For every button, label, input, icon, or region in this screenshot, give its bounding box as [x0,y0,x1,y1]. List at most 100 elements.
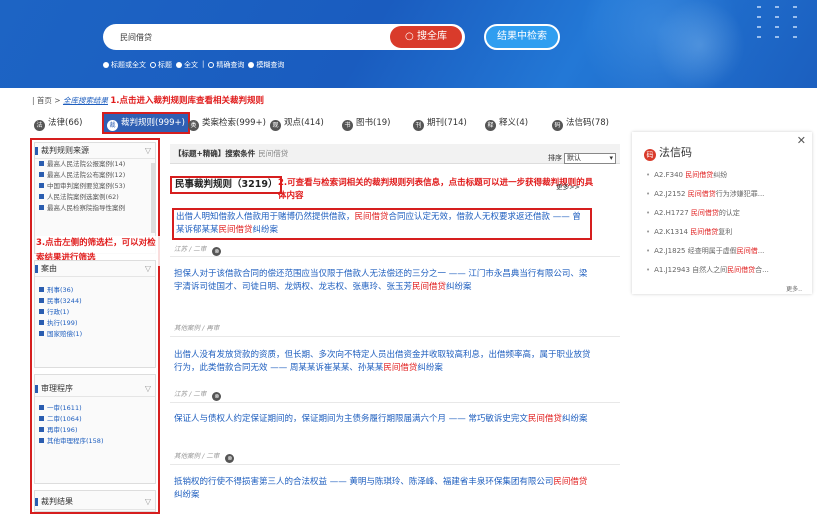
tab-books[interactable]: 书图书(19) [342,112,390,134]
option-label: 标题或全文 [111,61,146,69]
divider [170,336,620,337]
faxin-code: A2.J1825 经查明属于虚假 [654,247,737,255]
option-title[interactable]: 标题 [150,60,172,70]
filter-item[interactable]: 最高人民法院公布案例(12) [35,170,155,181]
code-icon: 码 [552,120,563,131]
sort-value: 默认 [567,153,581,162]
category-tabs: 法法律(66) 裁裁判规则(999+) 类类案检索(999+) 观观点(414)… [30,112,620,136]
filter-item[interactable]: 执行(199) [35,318,155,329]
breadcrumb-home[interactable]: 首页 [37,96,52,105]
faxin-code: A2.J2152 [654,190,686,198]
faxin-item[interactable]: A2.K1314 民间借贷复利 [646,227,732,237]
search-options: 标题或全文 标题 全文 | 精确查询 模糊查询 [103,60,284,70]
filter-item[interactable]: 再审(196) [35,425,155,436]
faxin-item[interactable]: A2.F340 民间借贷纠纷 [646,170,727,180]
option-title-or-full[interactable]: 标题或全文 [103,60,146,70]
chevron-icon[interactable]: ▽ [145,143,151,159]
filter-title: 审理程序 [41,384,73,393]
keyword-highlight: 民间借贷 [687,190,716,198]
views-icon: 观 [270,120,281,131]
sort-select[interactable]: 默认 ▾ [564,152,616,164]
faxin-text: 合... [755,266,769,274]
faxin-title-text: 法信码 [659,146,692,159]
option-fuzzy[interactable]: 模糊查询 [248,60,284,70]
tab-interpretation[interactable]: 释释义(4) [485,112,528,134]
faxin-item[interactable]: A2.J2152 民间借贷行为涉嫌犯罪... [646,189,764,199]
filter-item[interactable]: 中国审判案例要览案例(53) [35,181,155,192]
breadcrumb-sep: > [51,96,63,105]
book-icon: 书 [342,120,353,131]
interpretation-icon: 释 [485,120,496,131]
filter-item[interactable]: 刑事(36) [35,285,155,296]
chevron-icon[interactable]: ▽ [145,381,151,397]
filter-source-header[interactable]: 裁判规则来源 ▽ [35,143,155,159]
filter-item[interactable]: 国家赔偿(1) [35,329,155,340]
chevron-icon[interactable]: ▽ [145,261,151,277]
filter-case-header[interactable]: 案由 ▽ [35,261,155,277]
option-label: 模糊查询 [256,61,285,69]
search-query-text: 民间借贷 [120,33,152,42]
option-separator: | [202,60,205,68]
result-category-title[interactable]: 民事裁判规则（3219） [170,176,283,194]
filter-item[interactable]: 最高人民检察院指导性案例 [35,203,155,214]
option-exact[interactable]: 精确查询 [208,60,244,70]
breadcrumb-link[interactable]: 全库搜索结果 [63,96,108,105]
keyword-highlight: 民间借贷 [354,212,389,222]
tab-views[interactable]: 观观点(414) [270,112,324,134]
option-full[interactable]: 全文 [176,60,198,70]
refine-search-button[interactable]: 结果中检索 [484,24,560,50]
result-meta: 其他案例 / 再审 [174,322,219,332]
tab-rules[interactable]: 裁裁判规则(999+) [102,112,190,134]
tab-law[interactable]: 法法律(66) [34,112,82,134]
more-link[interactable]: 更多>> [556,181,580,191]
faxin-code: A2.K1314 [654,228,689,236]
radio-icon [103,62,109,68]
close-icon[interactable]: ✕ [797,134,806,147]
filter-result-header[interactable]: 裁判结果 ▽ [35,494,155,510]
faxin-more-link[interactable]: 更多.. [786,284,802,293]
option-label: 全文 [184,61,198,69]
result-text: 纠纷案 [252,225,279,235]
faxin-code-panel: ✕ 码法信码 A2.F340 民间借贷纠纷 A2.J2152 民间借贷行为涉嫌犯… [632,132,812,294]
result-text: 出借人明知借款人借款用于赌博仍然提供借款， [176,212,355,222]
faxin-text: 复利 [718,228,733,236]
tab-journals[interactable]: 刊期刊(714) [413,112,467,134]
tab-similar-cases[interactable]: 类类案检索(999+) [188,112,266,134]
filter-trial-header[interactable]: 审理程序 ▽ [35,381,155,397]
result-title-3[interactable]: 出借人没有发放贷款的资质，但长期、多次向不特定人员出借资金并收取较高利息，出借频… [174,349,594,375]
tab-faxin-code[interactable]: 码法信码(78) [552,112,609,134]
filter-item[interactable]: 最高人民法院公报案例(14) [35,159,155,170]
result-meta: 其他案例 / 二审 ⊗ [174,450,235,463]
rule-icon: ⊗ [212,392,222,401]
filter-item[interactable]: 民事(3244) [35,296,155,307]
result-title-1[interactable]: 出借人明知借款人借款用于赌博仍然提供借款，民间借贷合同应认定无效，借款人无权要求… [172,208,592,240]
filter-item[interactable]: 其他审理程序(158) [35,436,155,447]
result-title-5[interactable]: 抵销权的行使不得损害第三人的合法权益 —— 黄明与陈琪玲、陈泽峰、福建省丰泉环保… [174,476,594,502]
tab-label: 观点(414) [284,118,324,128]
scrollbar[interactable] [151,163,155,233]
chevron-icon[interactable]: ▽ [145,494,151,510]
radio-icon [248,62,255,68]
law-icon: 法 [34,120,45,131]
filter-item[interactable]: 二审(1064) [35,414,155,425]
filter-item[interactable]: 人民法院案例选案例(62) [35,192,155,203]
faxin-item[interactable]: A1.J12943 自然人之间民间借贷合... [646,265,769,275]
keyword-highlight: 民间借贷 [690,209,719,217]
result-title-2[interactable]: 担保人对于该借款合同的偿还范围应当仅限于借款人无法偿还的三分之一 —— 江门市永… [174,268,594,294]
rule-icon: ⊗ [212,247,222,256]
search-all-button[interactable]: ○ 搜全库 [390,26,462,48]
faxin-code: A1.J12943 自然人之间 [654,266,728,274]
filter-item[interactable]: 一审(1611) [35,403,155,414]
result-text: 纠纷案 [174,490,200,500]
faxin-code: A2.F340 [654,171,683,179]
result-text: 担保人对于该借款合同的偿还范围应当仅限于借款人无法偿还的三分之一 —— 江门市永… [174,269,588,292]
faxin-text: 纠纷 [713,171,728,179]
filter-item[interactable]: 行政(1) [35,307,155,318]
result-text: 纠纷案 [417,363,443,373]
faxin-item[interactable]: A2.H1727 民间借贷的认定 [646,208,740,218]
meta-text: 江苏 / 二审 [174,245,207,253]
result-title-4[interactable]: 保证人与债权人约定保证期间的，保证期间为主债务履行期限届满六个月 —— 常巧敏诉… [174,413,594,426]
faxin-item[interactable]: A2.J1825 经查明属于虚假民间借... [646,246,764,256]
cases-icon: 类 [188,120,199,131]
tab-label: 裁判规则(999+) [121,118,185,128]
